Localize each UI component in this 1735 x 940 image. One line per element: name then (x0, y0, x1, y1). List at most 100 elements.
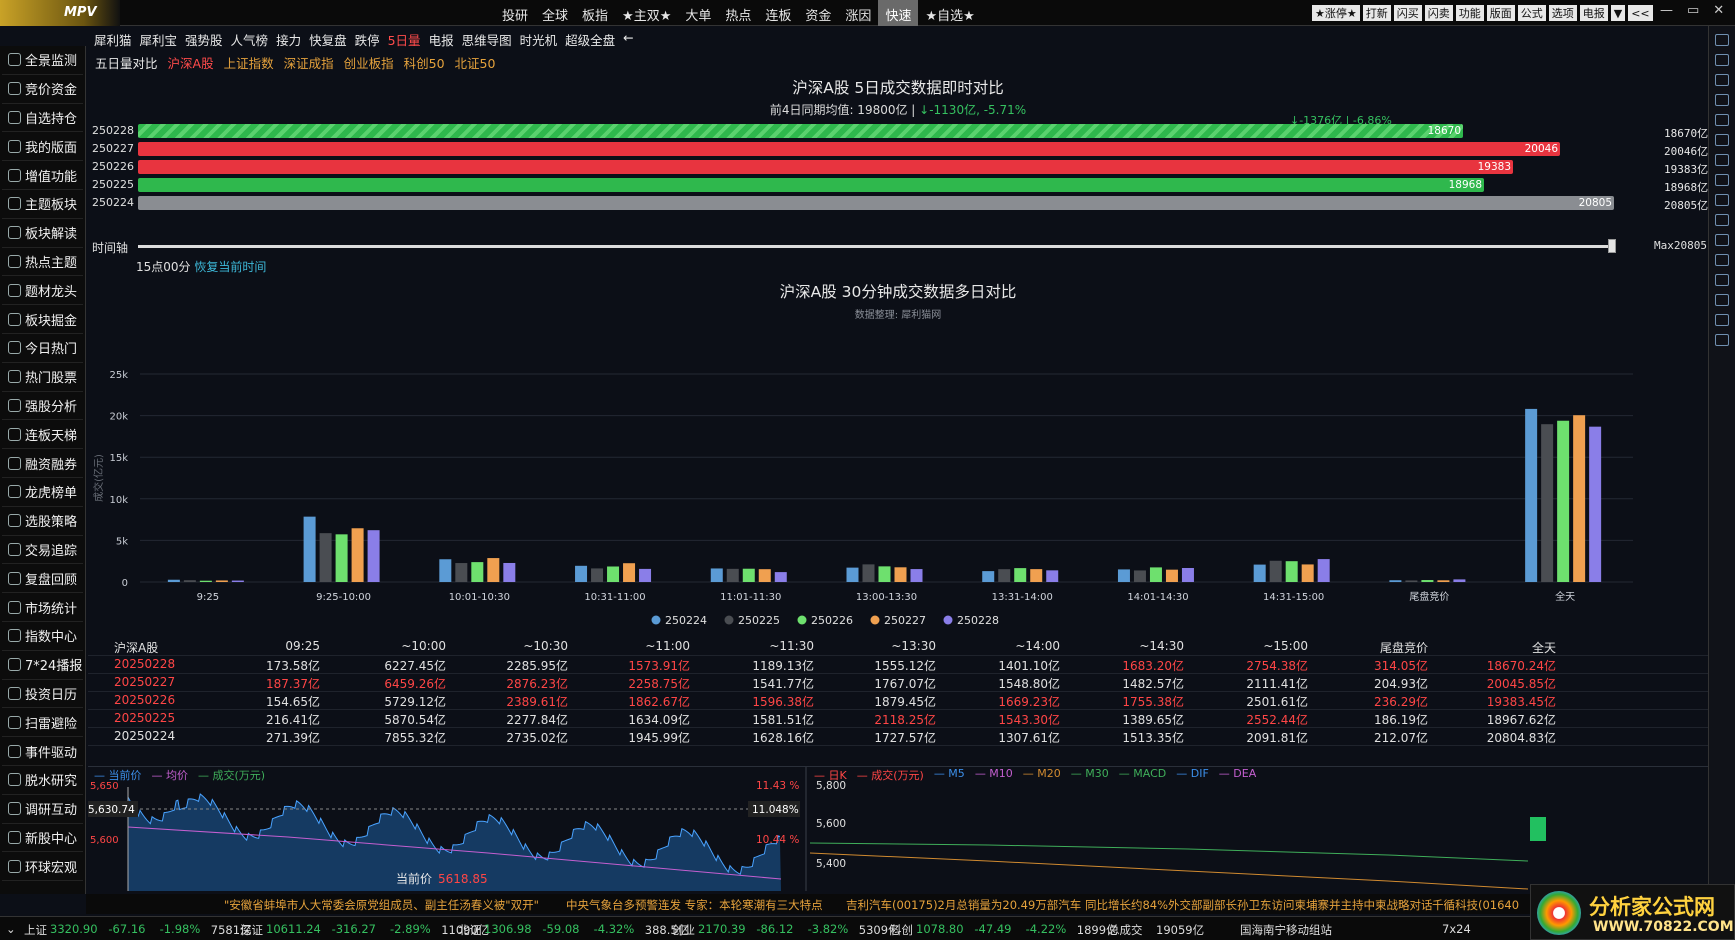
sidebar-item[interactable]: 融资融券 (2, 449, 83, 478)
sidebar-item[interactable]: 热点主题 (2, 248, 83, 277)
top-menu-item[interactable]: 热点 (718, 0, 758, 26)
primary-tab[interactable]: 接力 (272, 28, 305, 48)
top-right-button[interactable]: 闪买 (1393, 5, 1422, 21)
tool-icon[interactable] (1715, 234, 1729, 246)
sidebar-item[interactable]: 主题板块 (2, 190, 83, 219)
tool-icon[interactable] (1715, 114, 1729, 126)
sidebar-item[interactable]: 脱水研究 (2, 766, 83, 795)
sidebar-item[interactable]: 选股策略 (2, 507, 83, 536)
sidebar-item[interactable]: 热门股票 (2, 363, 83, 392)
top-menu-item[interactable]: 资金 (798, 0, 838, 26)
sidebar-item[interactable]: 复盘回顾 (2, 564, 83, 594)
sidebar-item[interactable]: 题材龙头 (2, 276, 83, 306)
top-right-button[interactable]: ★涨停★ (1312, 5, 1360, 21)
news-item[interactable]: 千循科技(01640 (1432, 897, 1519, 913)
primary-tab[interactable]: 电报 (425, 28, 458, 48)
tool-icon[interactable] (1715, 154, 1729, 166)
status-server[interactable]: 国海南宁移动组站 (1240, 922, 1332, 938)
top-right-button[interactable]: 版面 (1486, 5, 1515, 21)
top-right-button[interactable]: 电报 (1579, 5, 1608, 21)
tool-icon[interactable] (1715, 274, 1729, 286)
primary-tab[interactable]: 犀利猫 (90, 28, 136, 48)
sidebar-item[interactable]: 板块掘金 (2, 305, 83, 334)
sidebar-item[interactable]: 我的版面 (2, 132, 83, 162)
primary-tab[interactable]: ← (619, 28, 637, 48)
news-item[interactable]: 外交部副部长孙卫东访问柬埔寨并主持中柬战略对话 (1168, 897, 1433, 913)
sidebar-item[interactable]: 自选持仓 (2, 104, 83, 133)
tool-icon[interactable] (1715, 194, 1729, 206)
news-item[interactable]: 吉利汽车(00175)2月总销量为20.49万部汽车 同比增长约84% (846, 897, 1168, 913)
sidebar-item[interactable]: 事件驱动 (2, 737, 83, 766)
top-menu-item[interactable]: 板指 (575, 0, 615, 26)
sidebar-item[interactable]: 板块解读 (2, 219, 83, 248)
secondary-tab[interactable]: 深证成指 (279, 51, 339, 71)
sidebar-item[interactable]: 竞价资金 (2, 75, 83, 104)
top-menu-item[interactable]: 连板 (758, 0, 798, 26)
sidebar-item[interactable]: 投资日历 (2, 680, 83, 709)
top-menu-item[interactable]: 投研 (495, 0, 535, 26)
primary-tab[interactable]: 超级全盘 (561, 28, 619, 48)
top-right-button[interactable]: ▼ (1610, 5, 1626, 21)
top-right-button[interactable]: << (1628, 5, 1653, 21)
secondary-tab[interactable]: 沪深A股 (163, 51, 219, 71)
status-kc-price: 1078.80 (916, 922, 964, 936)
news-item[interactable]: 中央气象台多预警连发 专家：本轮寒潮有三大特点 (566, 897, 823, 913)
sidebar-item[interactable]: 调研互动 (2, 795, 83, 824)
sidebar-item[interactable]: 交易追踪 (2, 536, 83, 565)
secondary-tab[interactable]: 上证指数 (219, 51, 279, 71)
tool-icon[interactable] (1715, 94, 1729, 106)
tool-icon[interactable] (1715, 174, 1729, 186)
top-right-button[interactable]: 闪卖 (1424, 5, 1453, 21)
secondary-tab[interactable]: 五日量对比 (90, 51, 163, 71)
sidebar-item[interactable]: 新股中心 (2, 824, 83, 853)
restore-time-link[interactable]: 恢复当前时间 (194, 260, 266, 274)
primary-tab[interactable]: 时光机 (516, 28, 562, 48)
tool-icon[interactable] (1715, 134, 1729, 146)
sidebar-item[interactable]: 强股分析 (2, 392, 83, 421)
secondary-tab[interactable]: 北证50 (450, 51, 501, 71)
primary-tab[interactable]: 跌停 (351, 28, 384, 48)
top-right-button[interactable]: 公式 (1517, 5, 1546, 21)
news-item[interactable]: "安徽省蚌埠市人大常委会原党组成员、副主任汤春义被"双开" (224, 897, 539, 913)
time-slider-track[interactable] (138, 245, 1614, 248)
top-menu-item[interactable]: ★自选★ (918, 0, 981, 26)
primary-tab[interactable]: 犀利宝 (136, 28, 182, 48)
sidebar-item[interactable]: 市场统计 (2, 593, 83, 622)
sidebar-item[interactable]: 扫雷避险 (2, 708, 83, 738)
tool-icon[interactable] (1715, 314, 1729, 326)
sidebar-item[interactable]: 环球宏观 (2, 852, 83, 882)
tool-icon[interactable] (1715, 214, 1729, 226)
restore-icon[interactable]: ▭ (1687, 3, 1699, 18)
tool-icon[interactable] (1715, 334, 1729, 346)
top-menu-item[interactable]: 涨因 (838, 0, 878, 26)
primary-tab[interactable]: 人气榜 (227, 28, 273, 48)
top-right-button[interactable]: 选项 (1548, 5, 1577, 21)
secondary-tab[interactable]: 创业板指 (339, 51, 399, 71)
top-right-button[interactable]: 打新 (1362, 5, 1391, 21)
sidebar-item[interactable]: 今日热门 (2, 334, 83, 363)
tool-icon[interactable] (1715, 54, 1729, 66)
primary-tab[interactable]: 5日量 (384, 28, 425, 48)
sidebar-item[interactable]: 龙虎榜单 (2, 478, 83, 507)
primary-tab[interactable]: 快复盘 (305, 28, 351, 48)
sidebar-item[interactable]: 指数中心 (2, 622, 83, 651)
primary-tab[interactable]: 思维导图 (458, 28, 516, 48)
minimize-icon[interactable]: — (1660, 3, 1673, 18)
top-menu-item[interactable]: 大单 (678, 0, 718, 26)
top-menu-item[interactable]: ★主双★ (615, 0, 678, 26)
tool-icon[interactable] (1715, 74, 1729, 86)
tool-icon[interactable] (1715, 294, 1729, 306)
sidebar-item[interactable]: 连板天梯 (2, 420, 83, 450)
sidebar-item[interactable]: 增值功能 (2, 161, 83, 190)
close-icon[interactable]: ✕ (1713, 3, 1724, 18)
top-right-button[interactable]: 功能 (1455, 5, 1484, 21)
secondary-tab[interactable]: 科创50 (399, 51, 450, 71)
tool-icon[interactable] (1715, 34, 1729, 46)
sidebar-item[interactable]: 7*24播报 (2, 651, 83, 680)
primary-tab[interactable]: 强势股 (181, 28, 227, 48)
tool-icon[interactable] (1715, 254, 1729, 266)
top-menu-item[interactable]: 全球 (535, 0, 575, 26)
time-slider-handle[interactable] (1608, 239, 1616, 253)
top-menu-item[interactable]: 快速 (878, 0, 919, 26)
sidebar-item[interactable]: 全景监测 (2, 46, 83, 75)
